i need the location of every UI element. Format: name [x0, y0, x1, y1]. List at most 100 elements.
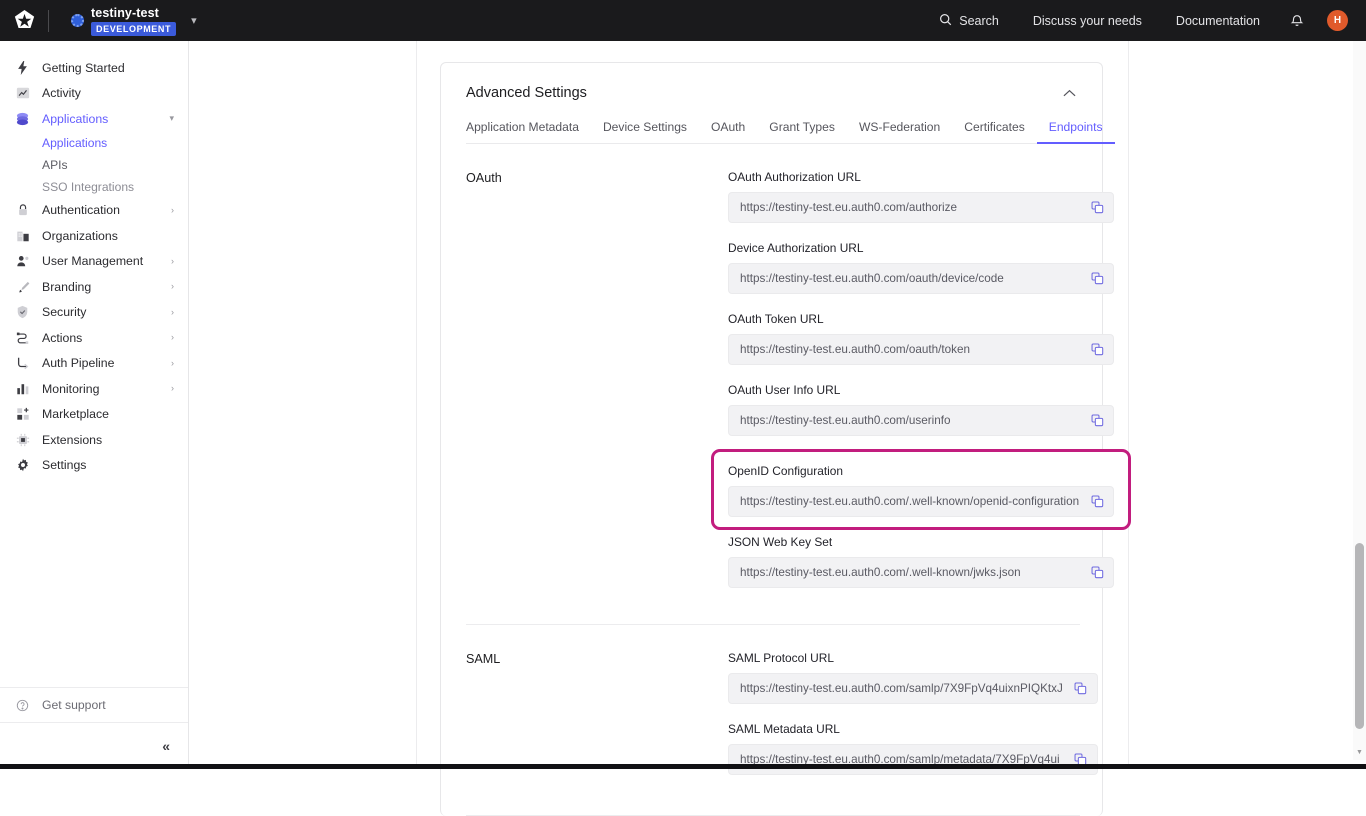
settings-tabs: Application Metadata Device Settings OAu… — [466, 120, 1077, 144]
sidebar-subitem-applications[interactable]: Applications — [0, 132, 188, 154]
paintbrush-icon — [14, 279, 31, 294]
readonly-input[interactable]: https://testiny-test.eu.auth0.com/.well-… — [728, 557, 1114, 588]
sidebar-label: User Management — [42, 254, 143, 268]
tab-ws-federation[interactable]: WS-Federation — [847, 120, 952, 143]
sidebar-label: Extensions — [42, 433, 102, 447]
field-value: https://testiny-test.eu.auth0.com/oauth/… — [729, 335, 1113, 364]
main-content-area: Advanced Settings Application Metadata D… — [189, 41, 1366, 769]
collapse-sidebar-button[interactable]: « — [162, 738, 169, 754]
scroll-down-arrow-icon[interactable]: ▼ — [1355, 749, 1364, 756]
chevron-right-icon: › — [171, 384, 174, 393]
chevron-right-icon: › — [171, 308, 174, 317]
tab-certificates[interactable]: Certificates — [952, 120, 1037, 143]
sidebar-subitem-apis[interactable]: APIs — [0, 154, 188, 176]
copy-icon[interactable] — [1081, 406, 1113, 435]
tab-application-metadata[interactable]: Application Metadata — [466, 120, 591, 143]
field-label: OAuth Authorization URL — [728, 170, 1114, 184]
field-value: https://testiny-test.eu.auth0.com/userin… — [729, 406, 1113, 435]
copy-icon[interactable] — [1081, 558, 1113, 587]
sidebar-label: Security — [42, 305, 86, 319]
copy-icon[interactable] — [1065, 745, 1097, 774]
field-oauth-user-info-url: OAuth User Info URL https://testiny-test… — [728, 383, 1114, 436]
notification-bell-icon[interactable] — [1277, 0, 1317, 41]
discuss-your-needs-link[interactable]: Discuss your needs — [1016, 0, 1159, 41]
sidebar-label: Settings — [42, 458, 86, 472]
user-icon — [14, 254, 31, 269]
chevron-up-icon[interactable] — [1063, 89, 1076, 98]
sidebar-item-actions[interactable]: Actions › — [0, 325, 188, 351]
sidebar-item-security[interactable]: Security › — [0, 300, 188, 326]
chevron-right-icon: › — [171, 359, 174, 368]
copy-icon[interactable] — [1081, 264, 1113, 293]
copy-icon[interactable] — [1081, 487, 1113, 516]
field-value: https://testiny-test.eu.auth0.com/samlp/… — [729, 745, 1097, 774]
chevron-right-icon: › — [171, 282, 174, 291]
field-label: OpenID Configuration — [728, 464, 1114, 478]
readonly-input[interactable]: https://testiny-test.eu.auth0.com/.well-… — [728, 486, 1114, 517]
field-oauth-token-url: OAuth Token URL https://testiny-test.eu.… — [728, 312, 1114, 365]
readonly-input[interactable]: https://testiny-test.eu.auth0.com/author… — [728, 192, 1114, 223]
readonly-input[interactable]: https://testiny-test.eu.auth0.com/oauth/… — [728, 334, 1114, 365]
actions-flow-icon — [14, 330, 31, 345]
tab-oauth[interactable]: OAuth — [699, 120, 757, 143]
gear-icon — [14, 458, 31, 473]
field-label: OAuth Token URL — [728, 312, 1114, 326]
readonly-input[interactable]: https://testiny-test.eu.auth0.com/oauth/… — [728, 263, 1114, 294]
get-support-button[interactable]: Get support — [0, 688, 188, 722]
readonly-input[interactable]: https://testiny-test.eu.auth0.com/samlp/… — [728, 673, 1098, 704]
sidebar-item-user-management[interactable]: User Management › — [0, 249, 188, 275]
copy-icon[interactable] — [1081, 335, 1113, 364]
sidebar-label: Marketplace — [42, 407, 109, 421]
chevron-down-icon: ▾ — [191, 14, 197, 27]
user-avatar[interactable]: H — [1327, 10, 1348, 31]
lock-icon — [14, 203, 31, 218]
sidebar-item-getting-started[interactable]: Getting Started — [0, 55, 188, 81]
sidebar-subitem-sso-integrations[interactable]: SSO Integrations — [0, 176, 188, 198]
scrollbar-thumb[interactable] — [1355, 543, 1364, 729]
copy-icon[interactable] — [1081, 193, 1113, 222]
search-button[interactable]: Search — [922, 0, 1016, 41]
sidebar-item-applications[interactable]: Applications ▾ — [0, 106, 188, 132]
sidebar-label: Monitoring — [42, 382, 99, 396]
page-bottom-strip — [0, 764, 1366, 769]
documentation-link[interactable]: Documentation — [1159, 0, 1277, 41]
sidebar-label: Authentication — [42, 203, 120, 217]
auth0-logo-icon[interactable] — [0, 9, 48, 32]
readonly-input[interactable]: https://testiny-test.eu.auth0.com/samlp/… — [728, 744, 1098, 775]
advanced-settings-card: Advanced Settings Application Metadata D… — [440, 62, 1103, 816]
chevron-down-icon: ▾ — [169, 114, 174, 123]
tab-endpoints[interactable]: Endpoints — [1037, 120, 1115, 143]
sidebar-item-settings[interactable]: Settings — [0, 453, 188, 479]
tab-device-settings[interactable]: Device Settings — [591, 120, 699, 143]
sidebar-item-authentication[interactable]: Authentication › — [0, 198, 188, 224]
page-scrollbar[interactable]: ▼ — [1353, 41, 1366, 760]
sidebar-item-branding[interactable]: Branding › — [0, 274, 188, 300]
sidebar-item-extensions[interactable]: Extensions — [0, 427, 188, 453]
card-header: Advanced Settings — [441, 63, 1102, 101]
tab-grant-types[interactable]: Grant Types — [757, 120, 847, 143]
tenant-status-dot-icon — [71, 14, 84, 27]
sidebar-item-activity[interactable]: Activity — [0, 81, 188, 107]
sidebar-item-organizations[interactable]: Organizations — [0, 223, 188, 249]
sidebar-item-auth-pipeline[interactable]: Auth Pipeline › — [0, 351, 188, 377]
top-navigation-bar: testiny-test DEVELOPMENT ▾ Search Discus… — [0, 0, 1366, 41]
sidebar-nav-list: Getting Started Activity Applications ▾ … — [0, 41, 188, 687]
sidebar-label: Branding — [42, 280, 91, 294]
sidebar-item-monitoring[interactable]: Monitoring › — [0, 376, 188, 402]
readonly-input[interactable]: https://testiny-test.eu.auth0.com/userin… — [728, 405, 1114, 436]
oauth-fields: OAuth Authorization URL https://testiny-… — [728, 170, 1114, 606]
copy-icon[interactable] — [1065, 674, 1097, 703]
sidebar-item-marketplace[interactable]: Marketplace — [0, 402, 188, 428]
sidebar-label: Organizations — [42, 229, 118, 243]
topbar-actions: Search Discuss your needs Documentation … — [922, 0, 1366, 41]
field-label: SAML Protocol URL — [728, 651, 1098, 665]
saml-fields: SAML Protocol URL https://testiny-test.e… — [728, 651, 1098, 793]
chevron-right-icon: › — [171, 333, 174, 342]
sidebar-label: Auth Pipeline — [42, 356, 114, 370]
bar-chart-icon — [14, 381, 31, 396]
field-json-web-key-set: JSON Web Key Set https://testiny-test.eu… — [728, 535, 1114, 588]
tenant-selector[interactable]: testiny-test DEVELOPMENT ▾ — [71, 6, 197, 36]
sidebar-label: Getting Started — [42, 61, 125, 75]
field-label: OAuth User Info URL — [728, 383, 1114, 397]
marketplace-grid-icon — [14, 407, 31, 422]
